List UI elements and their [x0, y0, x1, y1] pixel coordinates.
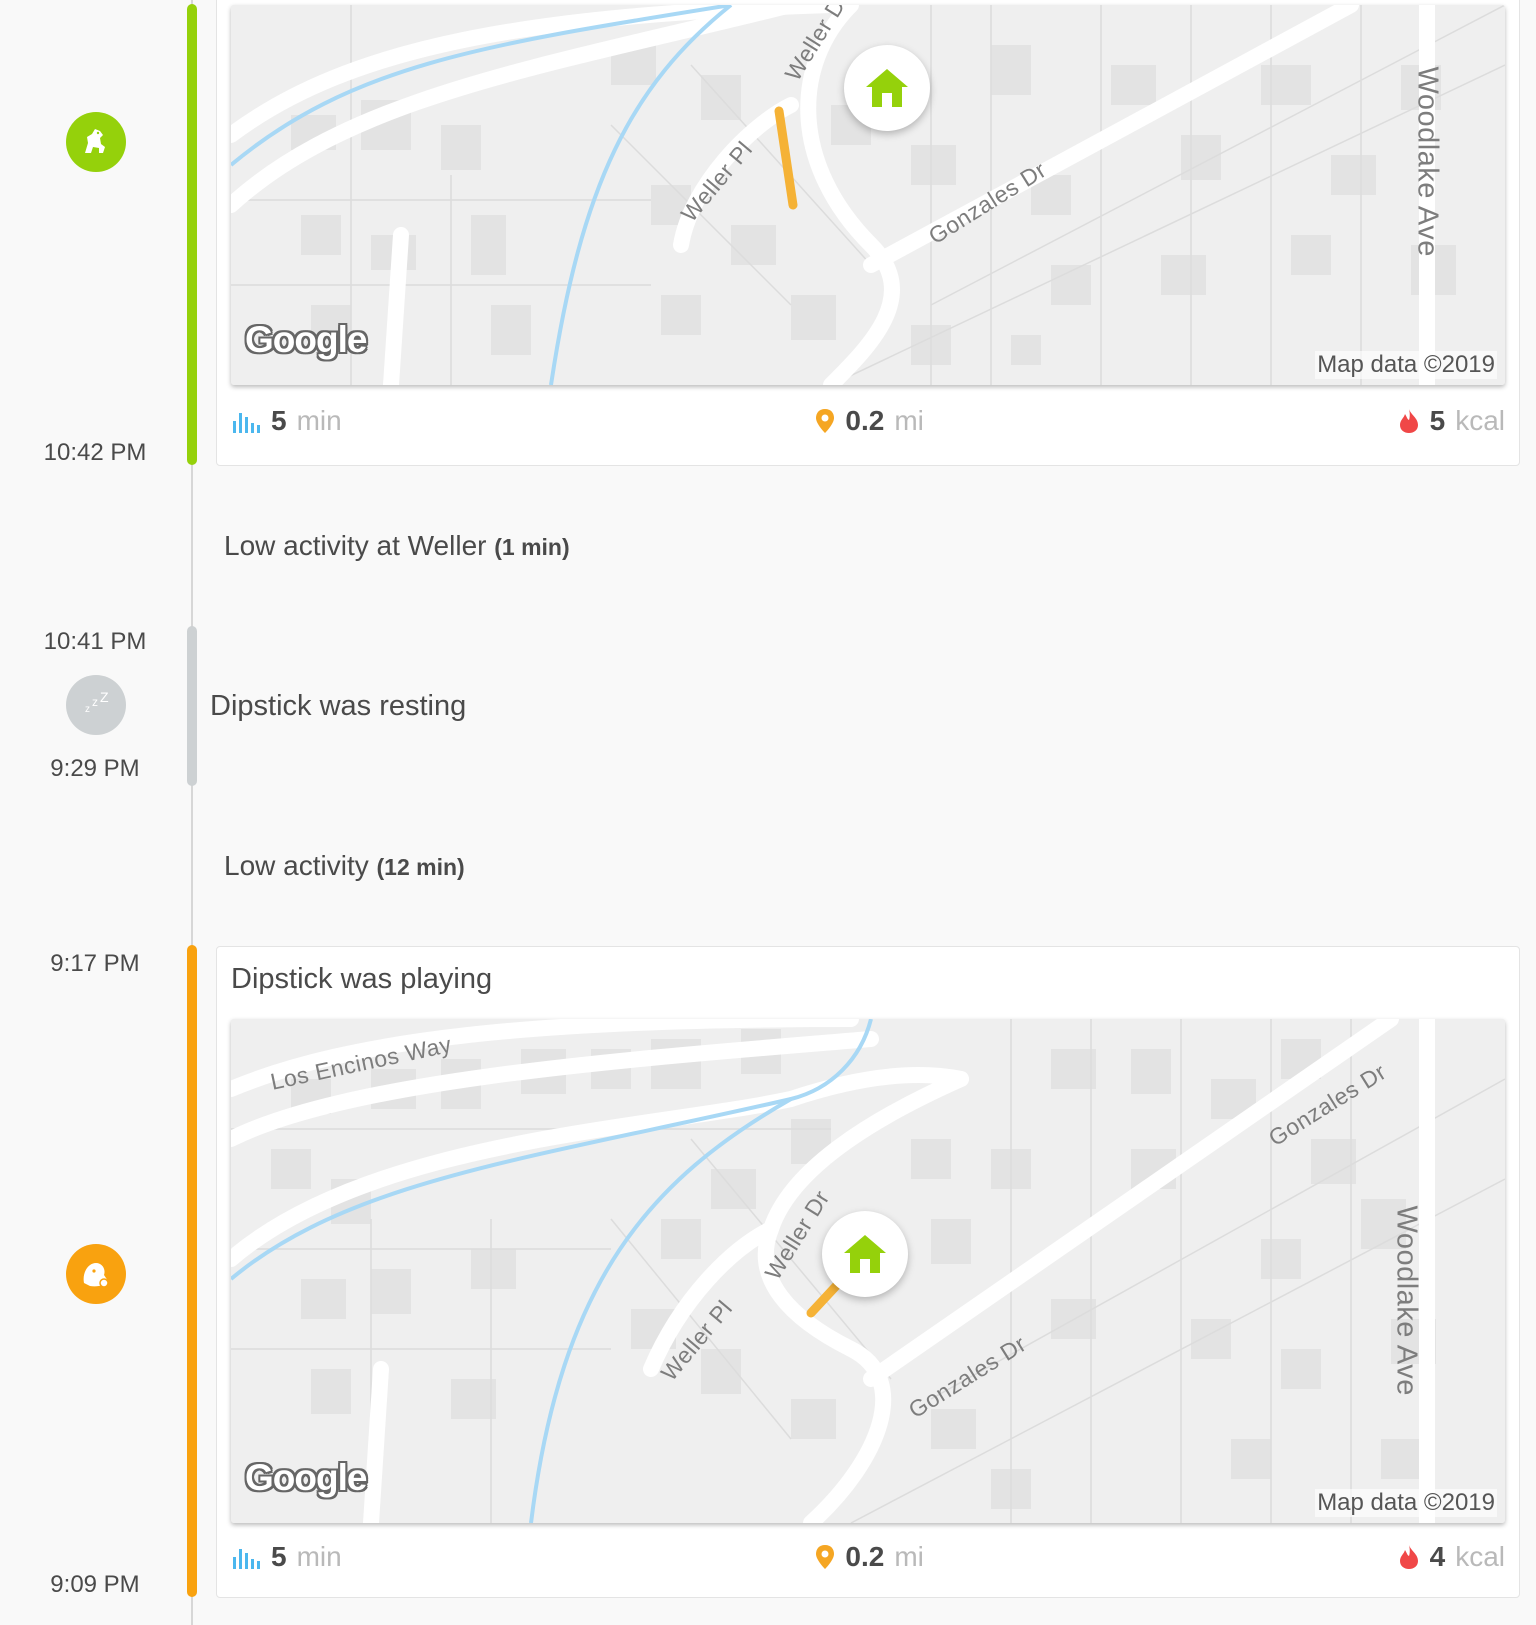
- svg-text:Z: Z: [100, 692, 109, 705]
- google-logo: Google: [245, 319, 367, 360]
- map-label-woodlake-ave: Woodlake Ave: [1411, 66, 1444, 257]
- calories-unit: kcal: [1455, 1541, 1505, 1572]
- distance-unit: mi: [894, 1541, 924, 1572]
- play-stats: 5 min 0.2 mi 4 kcal: [231, 1537, 1505, 1577]
- zzz-sleep-icon: z z Z: [85, 692, 109, 715]
- flame-icon: [1399, 409, 1418, 433]
- walk-card[interactable]: Weller Dr Weller Pl Gonzales Dr Woodlake…: [216, 0, 1520, 466]
- location-pin-icon: [816, 1545, 835, 1569]
- play-end-time: 9:09 PM: [50, 1571, 140, 1598]
- walk-map[interactable]: Weller Dr Weller Pl Gonzales Dr Woodlake…: [231, 5, 1505, 385]
- play-start-time: 9:17 PM: [50, 950, 140, 977]
- flame-icon: [1399, 1545, 1418, 1569]
- activity-bars-icon: [233, 1549, 260, 1569]
- low-activity-duration: (1 min): [494, 534, 570, 560]
- walk-stats: 5 min 0.2 mi 5 kcal: [231, 401, 1505, 441]
- play-title: Dipstick was playing: [231, 963, 493, 995]
- play-card[interactable]: Dipstick was playing Los Encinos Way Wel…: [216, 946, 1520, 1598]
- calories-stat: 5 kcal: [1398, 405, 1505, 437]
- calories-stat: 4 kcal: [1398, 1541, 1505, 1573]
- duration-stat: 5 min: [231, 405, 342, 437]
- duration-unit: min: [296, 405, 342, 436]
- duration-unit: min: [296, 1541, 342, 1572]
- rest-badge: z z Z: [66, 675, 126, 735]
- duration-value: 5: [271, 405, 287, 436]
- play-badge: [66, 1244, 126, 1304]
- rest-activity-bar: [187, 626, 197, 786]
- calories-unit: kcal: [1455, 405, 1505, 436]
- home-pin[interactable]: [822, 1211, 908, 1297]
- duration-value: 5: [271, 1541, 287, 1572]
- duration-stat: 5 min: [231, 1541, 342, 1573]
- home-icon: [866, 69, 908, 107]
- rest-end-time: 9:29 PM: [50, 755, 140, 782]
- svg-text:z: z: [92, 695, 98, 709]
- distance-value: 0.2: [845, 405, 885, 436]
- activity-bars-icon: [233, 413, 260, 433]
- map-data-attribution: Map data ©2019: [1315, 351, 1497, 379]
- distance-value: 0.2: [845, 1541, 885, 1572]
- low-activity-duration: (12 min): [376, 854, 465, 880]
- dog-walking-icon: [85, 129, 105, 153]
- low-activity-entry: Low activity (12 min): [224, 850, 465, 882]
- walk-badge: [66, 112, 126, 172]
- google-logo: Google: [245, 1457, 367, 1498]
- distance-stat: 0.2 mi: [815, 405, 924, 437]
- rest-label: Dipstick was resting: [210, 690, 467, 722]
- play-activity-bar: [187, 945, 197, 1597]
- map-label-woodlake-ave: Woodlake Ave: [1390, 1205, 1423, 1396]
- low-activity-entry: Low activity at Weller (1 min): [224, 530, 570, 562]
- svg-text:z: z: [85, 704, 90, 715]
- calories-value: 4: [1429, 1541, 1446, 1572]
- home-icon: [844, 1235, 886, 1273]
- distance-stat: 0.2 mi: [815, 1541, 924, 1573]
- low-activity-text: Low activity: [224, 850, 369, 881]
- location-pin-icon: [816, 409, 835, 433]
- ball-play-icon: [83, 1263, 109, 1288]
- walk-end-time: 10:42 PM: [43, 439, 147, 466]
- calories-value: 5: [1429, 405, 1446, 436]
- rest-start-time: 10:41 PM: [43, 628, 147, 655]
- low-activity-text: Low activity at Weller: [224, 530, 487, 561]
- distance-unit: mi: [894, 405, 924, 436]
- map-data-attribution: Map data ©2019: [1315, 1489, 1497, 1517]
- play-map[interactable]: Los Encinos Way Weller Dr Weller Pl Gonz…: [231, 1019, 1505, 1523]
- home-pin[interactable]: [844, 45, 930, 131]
- walk-activity-bar: [187, 4, 197, 465]
